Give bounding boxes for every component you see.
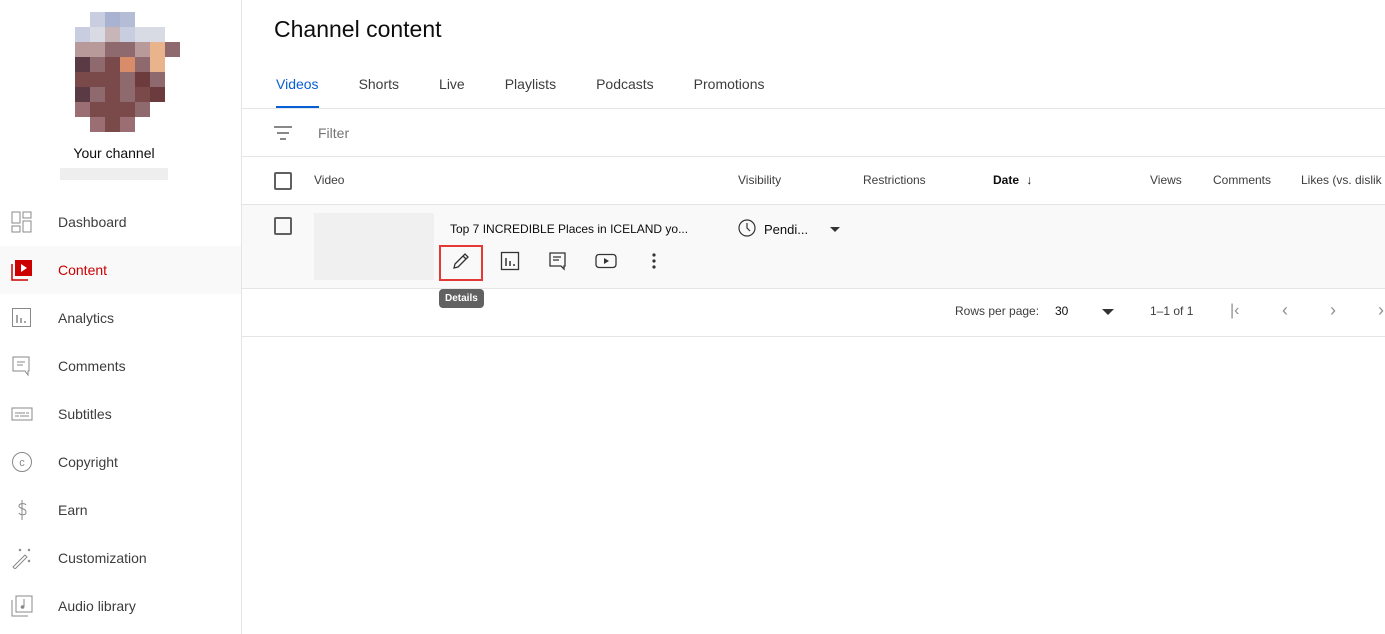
sidebar-item-label: Comments <box>58 358 126 374</box>
sidebar-item-label: Analytics <box>58 310 115 326</box>
sidebar-item-label: Earn <box>58 502 88 518</box>
details-tooltip: Details <box>439 289 484 308</box>
select-all-checkbox[interactable] <box>274 172 292 190</box>
channel-avatar[interactable] <box>60 12 180 132</box>
row-checkbox[interactable] <box>274 217 292 235</box>
sidebar-item-label: Copyright <box>58 454 118 470</box>
sidebar-item-label: Subtitles <box>58 406 112 422</box>
visibility-value: Pendi... <box>764 222 809 237</box>
audio-library-icon <box>11 595 33 617</box>
prev-page-button[interactable]: ‹ <box>1282 300 1288 321</box>
sidebar: Your channel Dashboard Content Analytics Co… <box>0 0 242 634</box>
play-icon <box>595 253 617 274</box>
rows-per-page-select[interactable]: 30 <box>1055 304 1115 318</box>
sidebar-item-label: Audio library <box>58 598 136 614</box>
column-date[interactable]: Date ↓ <box>993 173 1032 187</box>
divider <box>242 336 1385 337</box>
comments-icon <box>548 251 568 276</box>
sidebar-item-subtitles[interactable]: Subtitles <box>0 390 241 438</box>
filter-input[interactable] <box>318 124 618 141</box>
comments-button[interactable] <box>536 245 580 281</box>
sidebar-item-earn[interactable]: Earn <box>0 486 241 534</box>
sidebar-item-label: Content <box>58 262 108 278</box>
column-views: Views <box>1150 173 1182 187</box>
tab-shorts[interactable]: Shorts <box>339 64 419 108</box>
column-video: Video <box>314 173 345 187</box>
main-content: Channel content Videos Shorts Live Playlist… <box>242 0 1385 634</box>
caret-down-icon <box>1102 308 1115 315</box>
copyright-icon: c <box>11 451 33 473</box>
page-title: Channel content <box>274 16 442 42</box>
video-title[interactable]: Top 7 INCREDIBLE Places in ICELAND yo... <box>450 222 688 236</box>
sidebar-item-dashboard[interactable]: Dashboard <box>0 198 241 246</box>
sidebar-nav: Dashboard Content Analytics Comments Subtitl… <box>0 198 241 630</box>
details-button[interactable] <box>439 245 483 281</box>
tab-promotions[interactable]: Promotions <box>674 64 785 108</box>
table-row[interactable]: Top 7 INCREDIBLE Places in ICELAND yo...… <box>242 205 1385 288</box>
comments-icon <box>11 355 33 377</box>
sidebar-item-label: Customization <box>58 550 147 566</box>
svg-text:c: c <box>19 457 25 469</box>
filter-icon[interactable] <box>274 125 292 140</box>
subtitles-icon <box>11 403 33 425</box>
column-restrictions: Restrictions <box>863 173 926 187</box>
analytics-icon <box>11 307 33 329</box>
divider <box>242 156 1385 157</box>
column-date-label: Date <box>993 173 1020 187</box>
last-page-button[interactable]: › <box>1378 300 1384 321</box>
sidebar-item-content[interactable]: Content <box>0 246 241 294</box>
view-on-youtube-button[interactable] <box>584 245 628 281</box>
dashboard-icon <box>11 211 33 233</box>
visibility-dropdown[interactable]: Pendi... <box>738 219 841 240</box>
next-page-button[interactable]: › <box>1330 300 1336 321</box>
caret-down-icon <box>830 227 841 232</box>
tab-playlists[interactable]: Playlists <box>485 64 576 108</box>
rows-per-page-label: Rows per page: <box>955 304 1040 318</box>
channel-name-blurred <box>60 168 168 180</box>
content-icon <box>11 259 33 281</box>
divider <box>242 288 1385 289</box>
filter-bar <box>242 109 1385 156</box>
column-comments: Comments <box>1213 173 1272 187</box>
tab-videos[interactable]: Videos <box>256 64 339 108</box>
sidebar-item-analytics[interactable]: Analytics <box>0 294 241 342</box>
tab-live[interactable]: Live <box>419 64 485 108</box>
sidebar-item-label: Dashboard <box>58 214 127 230</box>
analytics-icon <box>500 251 520 276</box>
earn-icon <box>11 499 33 521</box>
column-likes: Likes (vs. dislik <box>1301 173 1382 187</box>
video-thumbnail[interactable] <box>314 213 434 280</box>
channel-label: Your channel <box>73 145 155 161</box>
column-visibility: Visibility <box>738 173 782 187</box>
customization-icon <box>11 547 33 569</box>
page-range: 1–1 of 1 <box>1150 304 1194 318</box>
tab-podcasts[interactable]: Podcasts <box>576 64 674 108</box>
first-page-button[interactable]: |‹ <box>1230 302 1239 320</box>
more-options-button[interactable] <box>632 245 676 281</box>
sidebar-item-customization[interactable]: Customization <box>0 534 241 582</box>
clock-icon <box>738 219 756 240</box>
sidebar-item-copyright[interactable]: c Copyright <box>0 438 241 486</box>
more-vert-icon <box>652 252 656 274</box>
sidebar-item-audio-library[interactable]: Audio library <box>0 582 241 630</box>
analytics-button[interactable] <box>488 245 532 281</box>
sidebar-item-comments[interactable]: Comments <box>0 342 241 390</box>
pencil-icon <box>451 251 471 276</box>
rows-per-page-value: 30 <box>1055 304 1069 318</box>
sort-down-icon: ↓ <box>1026 173 1033 187</box>
tab-bar: Videos Shorts Live Playlists Podcasts Promoti… <box>256 64 784 108</box>
